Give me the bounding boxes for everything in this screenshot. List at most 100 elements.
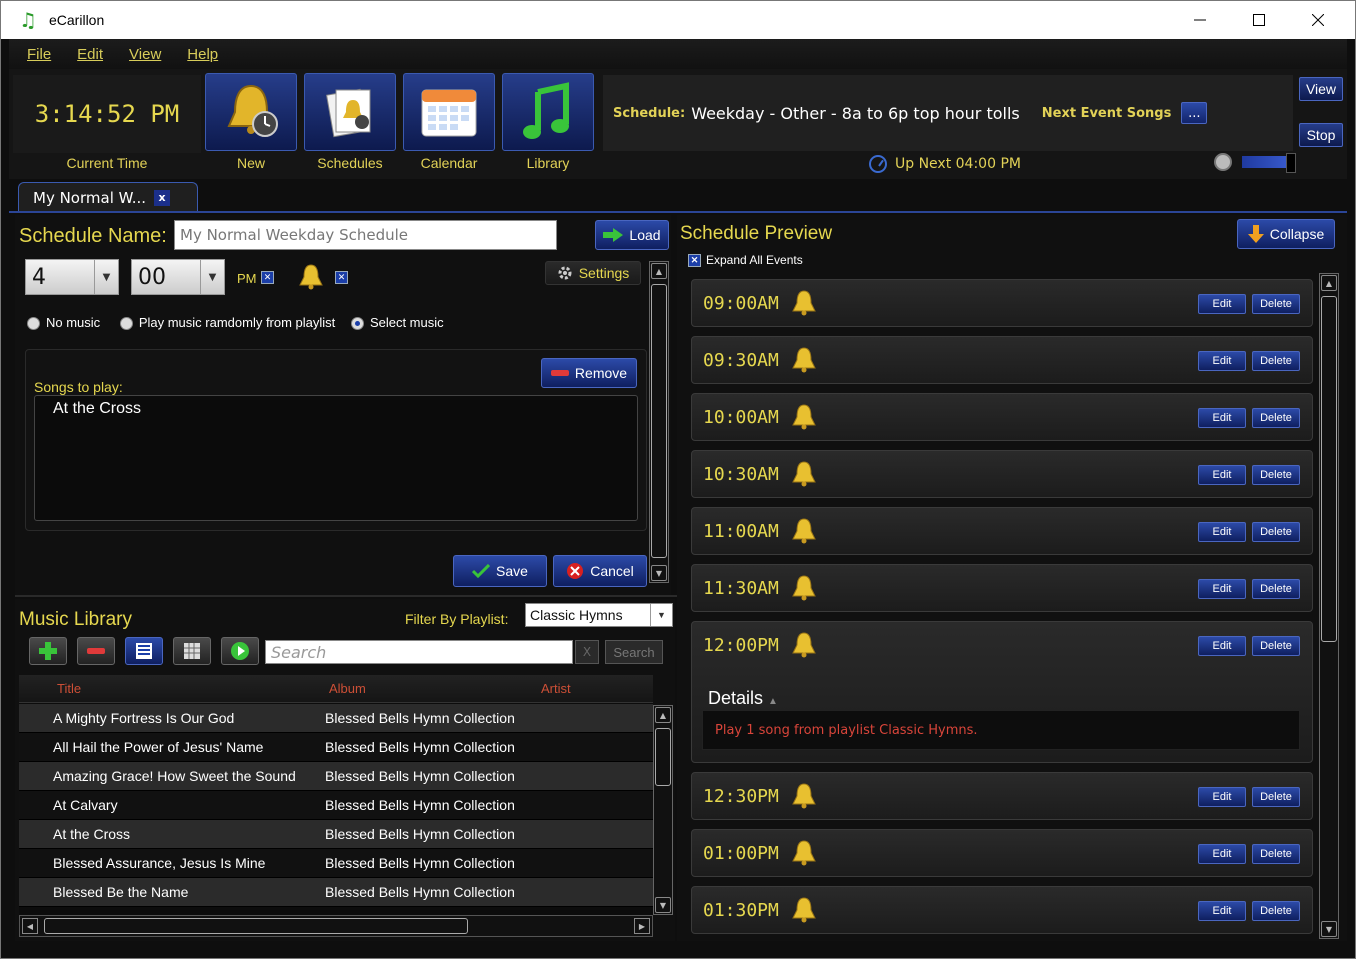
delete-button[interactable]: Delete (1252, 522, 1300, 542)
event-item[interactable]: 09:00AM Edit Delete (691, 279, 1313, 327)
search-clear-button[interactable]: X (575, 640, 599, 664)
scroll-up-icon[interactable]: ▲ (655, 707, 671, 723)
maximize-button[interactable] (1230, 1, 1288, 39)
view-button[interactable]: View (1299, 77, 1343, 101)
scroll-thumb[interactable] (651, 284, 667, 558)
event-item[interactable]: 11:30AM Edit Delete (691, 564, 1313, 612)
add-song-button[interactable] (29, 637, 67, 665)
bell-checkbox[interactable]: ✕ (335, 271, 348, 284)
scroll-thumb[interactable] (655, 728, 671, 786)
minute-select[interactable]: 00 ▼ (131, 259, 225, 295)
radio-random-playlist[interactable]: Play music ramdomly from playlist (119, 315, 335, 331)
event-item[interactable]: 12:30PM Edit Delete (691, 772, 1313, 820)
scroll-down-icon[interactable]: ▼ (655, 897, 671, 913)
table-row[interactable]: Amazing Grace! How Sweet the Sound Blesse… (19, 762, 653, 791)
expand-all-checkbox[interactable]: ✕ Expand All Events (688, 253, 803, 267)
schedules-button[interactable] (304, 73, 396, 151)
event-item[interactable]: 11:00AM Edit Delete (691, 507, 1313, 555)
radio-select-music[interactable]: Select music (350, 315, 444, 331)
menu-edit[interactable]: Edit (77, 46, 103, 63)
scroll-thumb[interactable] (44, 918, 468, 934)
delete-button[interactable]: Delete (1252, 465, 1300, 485)
column-title[interactable]: Title (57, 681, 81, 696)
edit-button[interactable]: Edit (1198, 522, 1246, 542)
search-input[interactable]: Search (265, 640, 573, 664)
cancel-button[interactable]: Cancel (553, 555, 647, 587)
load-button[interactable]: Load (595, 220, 669, 250)
menu-file[interactable]: File (27, 46, 51, 63)
scroll-down-icon[interactable]: ▼ (1321, 921, 1337, 937)
minimize-button[interactable] (1171, 1, 1229, 39)
scroll-left-icon[interactable]: ◀ (22, 918, 38, 934)
playlist-filter-select[interactable]: Classic Hymns ▼ (525, 603, 673, 627)
edit-button[interactable]: Edit (1198, 636, 1246, 656)
radio-no-music[interactable]: No music (27, 315, 100, 331)
scroll-down-icon[interactable]: ▼ (651, 565, 667, 581)
schedule-name-input[interactable]: My Normal Weekday Schedule (174, 220, 557, 250)
library-button[interactable] (502, 73, 594, 151)
delete-button[interactable]: Delete (1252, 901, 1300, 921)
event-item[interactable]: 01:00PM Edit Delete (691, 829, 1313, 877)
collapse-button[interactable]: Collapse (1237, 219, 1335, 249)
scroll-thumb[interactable] (1321, 296, 1337, 642)
delete-button[interactable]: Delete (1252, 408, 1300, 428)
scroll-up-icon[interactable]: ▲ (651, 263, 667, 279)
list-item[interactable]: At the Cross (53, 400, 141, 418)
save-button[interactable]: Save (453, 555, 547, 587)
event-item[interactable]: 09:30AM Edit Delete (691, 336, 1313, 384)
delete-button[interactable]: Delete (1252, 636, 1300, 656)
remove-song-button[interactable] (77, 637, 115, 665)
event-item[interactable]: 12:00PM Edit Delete Details ▲ Play 1 song fr… (691, 621, 1313, 763)
event-item[interactable]: 10:00AM Edit Delete (691, 393, 1313, 441)
search-button[interactable]: Search (605, 640, 663, 664)
tab-my-normal-weekday[interactable]: My Normal W... x (18, 182, 198, 212)
scroll-up-icon[interactable]: ▲ (1321, 275, 1337, 291)
edit-button[interactable]: Edit (1198, 465, 1246, 485)
edit-button[interactable]: Edit (1198, 351, 1246, 371)
close-button[interactable] (1289, 1, 1347, 39)
speaker-icon[interactable] (1214, 153, 1232, 171)
pm-checkbox[interactable]: ✕ (261, 271, 274, 284)
table-row[interactable]: At the Cross Blessed Bells Hymn Collectio… (19, 820, 653, 849)
remove-button[interactable]: Remove (541, 358, 637, 388)
event-item[interactable]: 01:30PM Edit Delete (691, 886, 1313, 934)
column-album[interactable]: Album (329, 681, 366, 696)
edit-button[interactable]: Edit (1198, 787, 1246, 807)
songs-list[interactable]: At the Cross (34, 395, 638, 521)
library-vscrollbar[interactable]: ▲ ▼ (653, 705, 673, 915)
table-row[interactable]: Blessed Be the Name Blessed Bells Hymn Co… (19, 878, 653, 907)
delete-button[interactable]: Delete (1252, 294, 1300, 314)
column-artist[interactable]: Artist (541, 681, 571, 696)
play-button[interactable] (221, 637, 259, 665)
list-view-button[interactable] (125, 637, 163, 665)
settings-button[interactable]: Settings (545, 261, 641, 285)
menu-view[interactable]: View (129, 46, 161, 63)
calendar-button[interactable] (403, 73, 495, 151)
table-row[interactable]: At Calvary Blessed Bells Hymn Collection (19, 791, 653, 820)
edit-button[interactable]: Edit (1198, 579, 1246, 599)
new-button[interactable] (205, 73, 297, 151)
details-title[interactable]: Details ▲ (708, 688, 778, 709)
delete-button[interactable]: Delete (1252, 787, 1300, 807)
edit-button[interactable]: Edit (1198, 294, 1246, 314)
next-event-songs-button[interactable]: ... (1181, 102, 1208, 124)
delete-button[interactable]: Delete (1252, 351, 1300, 371)
library-hscrollbar[interactable]: ◀ ▶ (19, 915, 653, 937)
event-item[interactable]: 10:30AM Edit Delete (691, 450, 1313, 498)
tab-close-button[interactable]: x (154, 189, 171, 206)
editor-scrollbar[interactable]: ▲ ▼ (649, 261, 669, 583)
delete-button[interactable]: Delete (1252, 844, 1300, 864)
table-row[interactable]: Blessed Assurance, Jesus Is Mine Blessed … (19, 849, 653, 878)
scroll-right-icon[interactable]: ▶ (634, 918, 650, 934)
menu-help[interactable]: Help (187, 46, 218, 63)
preview-scrollbar[interactable]: ▲ ▼ (1319, 273, 1339, 939)
table-row[interactable]: All Hail the Power of Jesus' Name Blessed… (19, 733, 653, 762)
stop-button[interactable]: Stop (1299, 123, 1343, 147)
table-row[interactable]: A Mighty Fortress Is Our God Blessed Bell… (19, 704, 653, 733)
edit-button[interactable]: Edit (1198, 408, 1246, 428)
edit-button[interactable]: Edit (1198, 901, 1246, 921)
grid-view-button[interactable] (173, 637, 211, 665)
hour-select[interactable]: 4 ▼ (25, 259, 119, 295)
delete-button[interactable]: Delete (1252, 579, 1300, 599)
edit-button[interactable]: Edit (1198, 844, 1246, 864)
